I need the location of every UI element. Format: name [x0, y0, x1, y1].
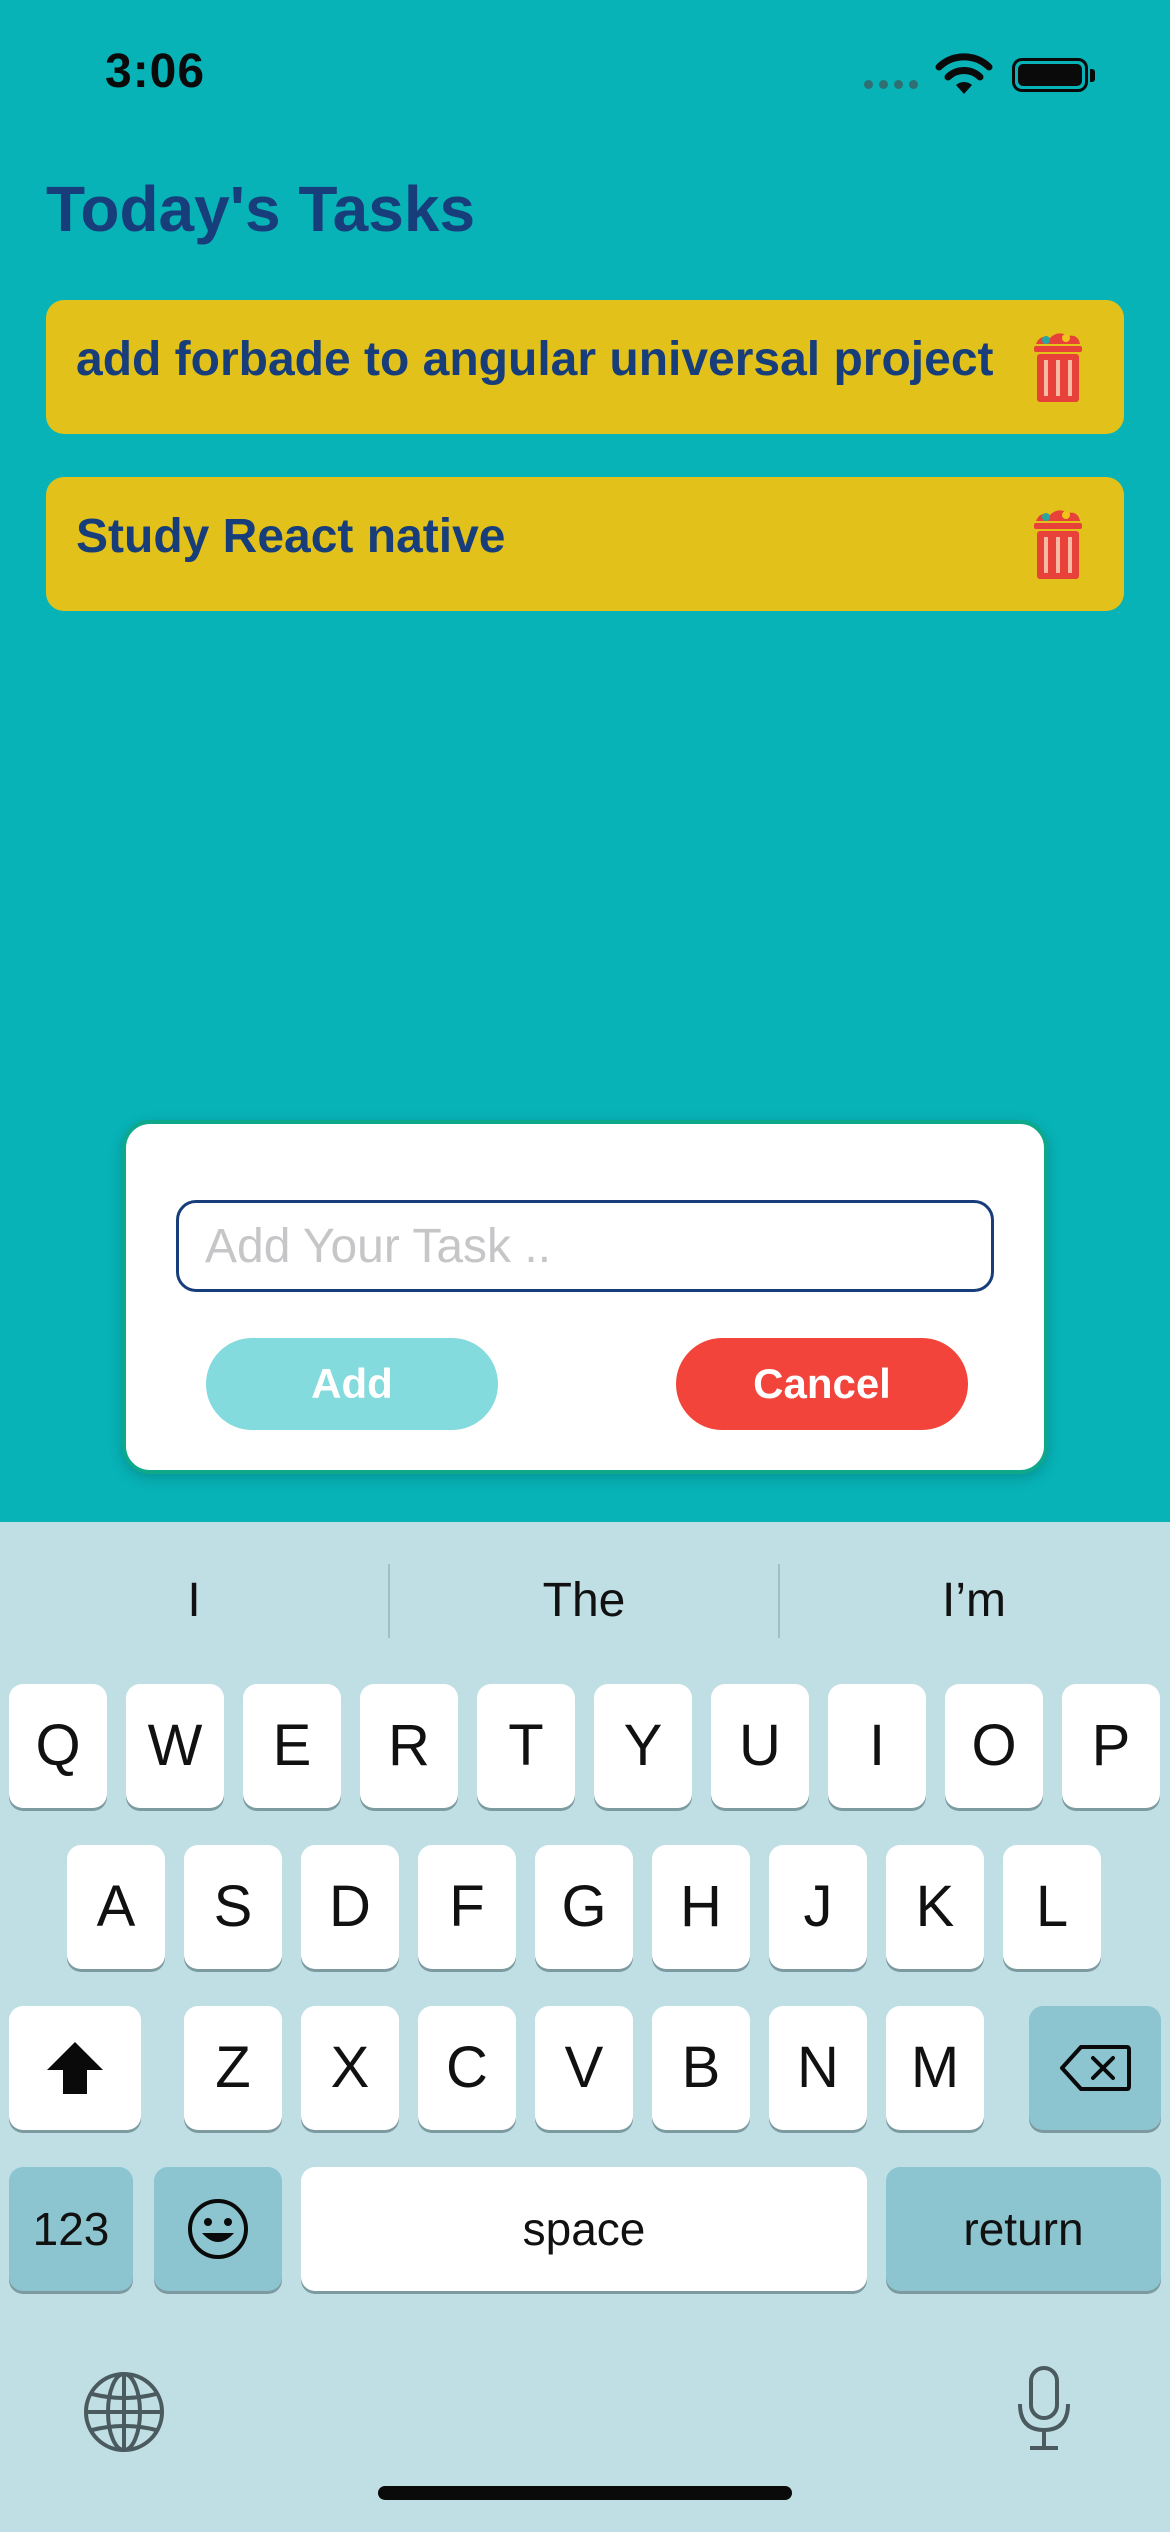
home-indicator [378, 2486, 792, 2500]
key-b[interactable]: B [652, 2006, 750, 2130]
return-key[interactable]: return [886, 2167, 1161, 2291]
key-x[interactable]: X [301, 2006, 399, 2130]
status-time: 3:06 [105, 45, 206, 98]
key-f[interactable]: F [418, 1845, 516, 1969]
task-item[interactable]: add forbade to angular universal project [46, 300, 1124, 434]
keyboard: I The I’m Q W E R T Y U I O P A S D F G … [0, 1522, 1170, 2532]
key-a[interactable]: A [67, 1845, 165, 1969]
key-y[interactable]: Y [594, 1684, 692, 1808]
suggestion-item[interactable]: I [0, 1522, 388, 1672]
key-m[interactable]: M [886, 2006, 984, 2130]
task-text: Study React native [76, 510, 506, 563]
key-j[interactable]: J [769, 1845, 867, 1969]
key-q[interactable]: Q [9, 1684, 107, 1808]
backspace-icon [1060, 2045, 1131, 2091]
key-r[interactable]: R [360, 1684, 458, 1808]
globe-icon[interactable] [82, 2370, 166, 2454]
add-button[interactable]: Add [206, 1338, 498, 1430]
microphone-icon[interactable] [1014, 2364, 1074, 2454]
emoji-icon [188, 2199, 248, 2259]
key-l[interactable]: L [1003, 1845, 1101, 1969]
key-c[interactable]: C [418, 2006, 516, 2130]
trash-icon[interactable] [1030, 330, 1086, 404]
page-title: Today's Tasks [46, 173, 476, 245]
key-v[interactable]: V [535, 2006, 633, 2130]
wifi-icon [935, 53, 993, 94]
key-n[interactable]: N [769, 2006, 867, 2130]
suggestion-bar: I The I’m [0, 1522, 1170, 1672]
add-task-modal: Add Cancel [122, 1120, 1048, 1474]
key-k[interactable]: K [886, 1845, 984, 1969]
battery-cap [1090, 69, 1095, 82]
key-d[interactable]: D [301, 1845, 399, 1969]
key-p[interactable]: P [1062, 1684, 1160, 1808]
emoji-key[interactable] [154, 2167, 282, 2291]
key-z[interactable]: Z [184, 2006, 282, 2130]
shift-icon [47, 2042, 103, 2094]
key-h[interactable]: H [652, 1845, 750, 1969]
status-icons [864, 52, 1114, 102]
suggestion-item[interactable]: I’m [780, 1522, 1168, 1672]
task-input[interactable] [176, 1200, 994, 1292]
key-w[interactable]: W [126, 1684, 224, 1808]
battery-icon [1012, 58, 1088, 92]
key-t[interactable]: T [477, 1684, 575, 1808]
key-g[interactable]: G [535, 1845, 633, 1969]
cancel-button[interactable]: Cancel [676, 1338, 968, 1430]
task-item[interactable]: Study React native [46, 477, 1124, 611]
key-o[interactable]: O [945, 1684, 1043, 1808]
key-e[interactable]: E [243, 1684, 341, 1808]
key-s[interactable]: S [184, 1845, 282, 1969]
trash-icon[interactable] [1030, 507, 1086, 581]
key-u[interactable]: U [711, 1684, 809, 1808]
key-i[interactable]: I [828, 1684, 926, 1808]
cellular-signal-icon [864, 80, 920, 92]
task-text: add forbade to angular universal project [76, 333, 994, 386]
shift-key[interactable] [9, 2006, 141, 2130]
numbers-key[interactable]: 123 [9, 2167, 133, 2291]
suggestion-item[interactable]: The [390, 1522, 778, 1672]
space-key[interactable]: space [301, 2167, 867, 2291]
backspace-key[interactable] [1029, 2006, 1161, 2130]
